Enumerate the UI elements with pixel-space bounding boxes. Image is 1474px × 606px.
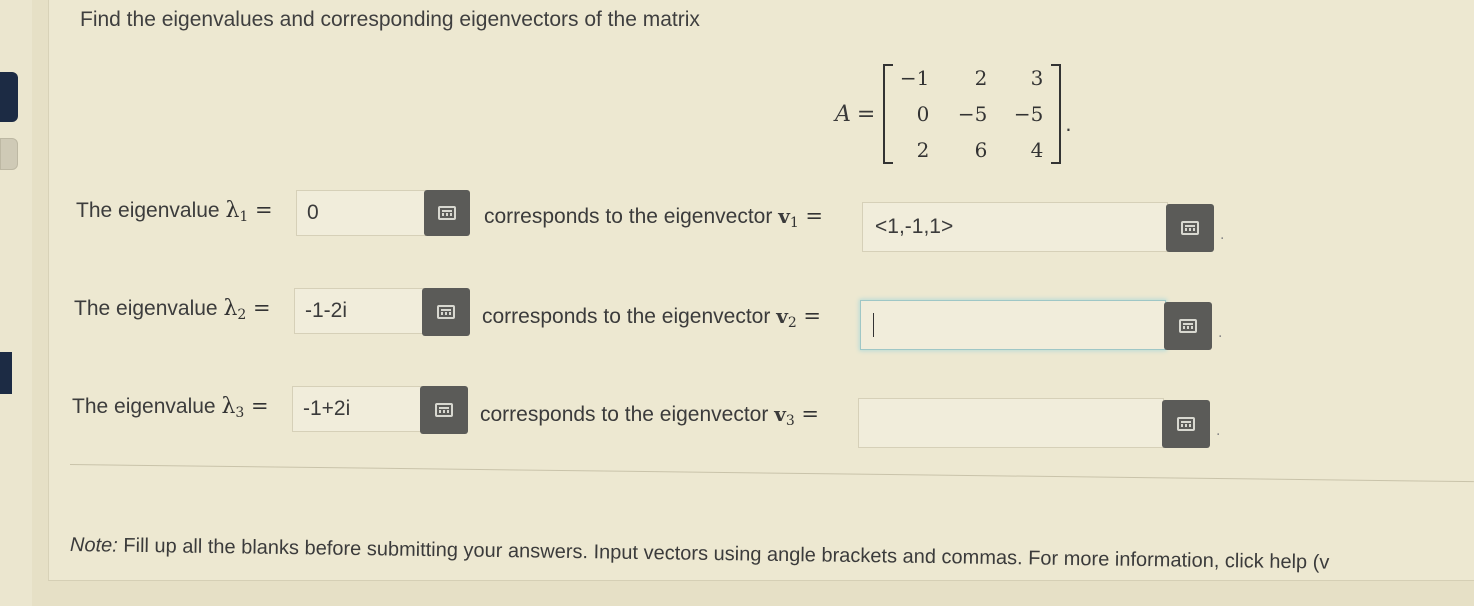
calculator-button-eigenvalue-2[interactable] bbox=[422, 288, 470, 336]
vector-subscript: 1 bbox=[789, 215, 799, 231]
equals-sign: = bbox=[248, 198, 273, 222]
label-prefix: The eigenvalue bbox=[74, 297, 224, 320]
lambda-subscript: 3 bbox=[235, 405, 245, 421]
eigenvalue-label-2: The eigenvalue λ2 = bbox=[74, 296, 271, 323]
equals-sign: = bbox=[798, 204, 824, 228]
matrix-cell: 4 bbox=[1030, 138, 1044, 162]
eigenvalue-input-1[interactable]: 0 bbox=[296, 190, 426, 236]
matrix-cell: −1 bbox=[899, 66, 930, 90]
calculator-icon bbox=[1177, 417, 1195, 431]
matrix: A = −1 2 3 0 −5 −5 2 6 4 . bbox=[835, 64, 1071, 164]
calculator-icon bbox=[438, 206, 456, 220]
calculator-button-eigenvalue-1[interactable] bbox=[424, 190, 470, 236]
matrix-label: A bbox=[835, 101, 851, 127]
text-caret bbox=[873, 313, 874, 338]
label-prefix: The eigenvalue bbox=[72, 395, 222, 418]
lambda-symbol: λ bbox=[221, 394, 236, 419]
equals-sign: = bbox=[246, 296, 271, 320]
matrix-grid: −1 2 3 0 −5 −5 2 6 4 bbox=[893, 60, 1051, 168]
row-period: . bbox=[1216, 422, 1221, 439]
lambda-subscript: 1 bbox=[239, 209, 249, 225]
eigenvector-label-2: corresponds to the eigenvector v2 = bbox=[482, 304, 821, 331]
vector-symbol: v bbox=[774, 402, 786, 426]
matrix-period: . bbox=[1065, 111, 1072, 136]
sidebar-tab-active[interactable] bbox=[0, 72, 18, 122]
note-label: Note: bbox=[69, 534, 118, 557]
vector-subscript: 3 bbox=[785, 413, 795, 429]
calculator-button-eigenvector-3[interactable] bbox=[1162, 400, 1210, 448]
matrix-cell: 0 bbox=[916, 102, 930, 126]
matrix-cell: 3 bbox=[1030, 66, 1044, 90]
calculator-button-eigenvalue-3[interactable] bbox=[420, 386, 468, 434]
lambda-symbol: λ bbox=[225, 198, 240, 223]
row-period: . bbox=[1220, 226, 1225, 243]
row-period: . bbox=[1218, 324, 1223, 341]
equals-sign: = bbox=[794, 402, 820, 426]
eigenvalue-label-1: The eigenvalue λ1 = bbox=[76, 198, 273, 225]
matrix-cell: 2 bbox=[916, 138, 930, 162]
equals-sign: = bbox=[796, 304, 822, 328]
equals-sign: = bbox=[244, 394, 269, 418]
lambda-subscript: 2 bbox=[237, 307, 247, 323]
matrix-right-bracket bbox=[1051, 64, 1062, 164]
vector-symbol: v bbox=[776, 304, 788, 328]
question-card bbox=[48, 0, 1474, 581]
matrix-left-bracket bbox=[883, 64, 894, 164]
label-prefix: The eigenvalue bbox=[76, 199, 226, 222]
eigenvector-label-3: corresponds to the eigenvector v3 = bbox=[480, 402, 819, 429]
sidebar-tab[interactable] bbox=[0, 138, 18, 170]
eigenvalue-input-3[interactable]: -1+2i bbox=[292, 386, 422, 432]
eigenvector-input-1[interactable]: <1,-1,1> bbox=[862, 202, 1168, 252]
calculator-button-eigenvector-1[interactable] bbox=[1166, 204, 1214, 252]
eigenvector-input-3[interactable] bbox=[858, 398, 1164, 448]
calculator-icon bbox=[435, 403, 453, 417]
matrix-cell: −5 bbox=[1013, 102, 1044, 126]
eigenvalue-label-3: The eigenvalue λ3 = bbox=[72, 394, 269, 421]
eigenvector-label-1: corresponds to the eigenvector v1 = bbox=[484, 204, 823, 231]
matrix-cell: 2 bbox=[974, 66, 988, 90]
matrix-cell: −5 bbox=[957, 102, 988, 126]
eigenvector-input-2[interactable] bbox=[860, 300, 1166, 350]
calculator-icon bbox=[1181, 221, 1199, 235]
sidebar-marker bbox=[0, 352, 12, 394]
matrix-cell: 6 bbox=[974, 138, 988, 162]
vector-subscript: 2 bbox=[787, 315, 797, 331]
eigenvalue-input-2[interactable]: -1-2i bbox=[294, 288, 424, 334]
calculator-icon bbox=[437, 305, 455, 319]
label-prefix: corresponds to the eigenvector bbox=[480, 403, 775, 426]
question-text: Find the eigenvalues and corresponding e… bbox=[80, 8, 700, 31]
label-prefix: corresponds to the eigenvector bbox=[482, 305, 777, 328]
vector-symbol: v bbox=[778, 204, 790, 228]
calculator-icon bbox=[1179, 319, 1197, 333]
lambda-symbol: λ bbox=[223, 296, 238, 321]
label-prefix: corresponds to the eigenvector bbox=[484, 205, 779, 228]
calculator-button-eigenvector-2[interactable] bbox=[1164, 302, 1212, 350]
matrix-equals: = bbox=[856, 101, 876, 127]
